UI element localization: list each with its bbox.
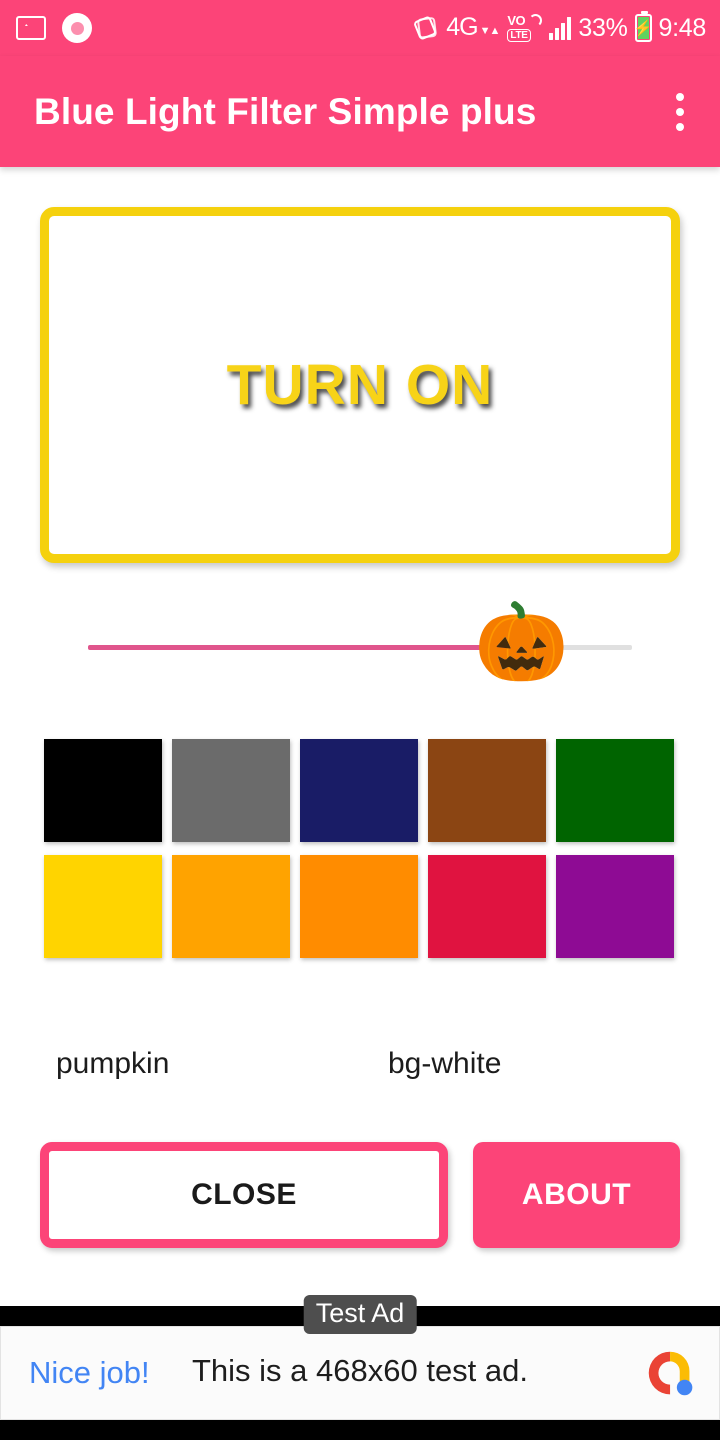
screen-record-icon bbox=[62, 13, 92, 43]
color-swatch-orange[interactable] bbox=[300, 855, 418, 958]
screenshot-icon bbox=[16, 16, 46, 40]
volte-vo-label: VO bbox=[507, 13, 526, 28]
color-swatch-amber[interactable] bbox=[172, 855, 290, 958]
ad-container: Nice job! Test Ad This is a 468x60 test … bbox=[0, 1295, 720, 1440]
network-arrows: ▼▲ bbox=[479, 24, 501, 37]
network-type-label: 4G bbox=[446, 13, 478, 42]
action-buttons: CLOSE ABOUT bbox=[0, 1142, 720, 1262]
signal-strength-icon bbox=[549, 16, 572, 40]
slider-track-remaining bbox=[561, 645, 632, 650]
opacity-slider[interactable]: 🎃 bbox=[0, 597, 720, 707]
color-swatch-gold[interactable] bbox=[44, 855, 162, 958]
turn-on-button[interactable]: TURN ON bbox=[40, 207, 680, 563]
ad-body-text: This is a 468x60 test ad. bbox=[191, 1353, 529, 1388]
turn-on-label: TURN ON bbox=[226, 353, 494, 417]
clock: 9:48 bbox=[658, 13, 707, 42]
slider-track-filled bbox=[88, 645, 507, 650]
color-swatch-black[interactable] bbox=[44, 739, 162, 842]
ad-test-badge: Test Ad bbox=[303, 1295, 417, 1334]
app-bar: Blue Light Filter Simple plus bbox=[0, 56, 720, 167]
battery-charging-icon: ⚡ bbox=[634, 11, 652, 42]
background-name-label: bg-white bbox=[388, 1047, 502, 1080]
volte-lte-label: LTE bbox=[507, 29, 531, 42]
close-button[interactable]: CLOSE bbox=[40, 1142, 448, 1248]
volte-icon: VO LTE bbox=[506, 13, 543, 43]
color-swatch-purple[interactable] bbox=[556, 855, 674, 958]
status-bar-right: 4G ▼▲ VO LTE 33% ⚡ 9:48 bbox=[411, 11, 707, 43]
volte-wave bbox=[529, 14, 543, 27]
status-bar-left bbox=[16, 13, 92, 43]
overflow-menu-icon[interactable] bbox=[662, 83, 698, 141]
color-swatch-crimson[interactable] bbox=[428, 855, 546, 958]
about-button[interactable]: ABOUT bbox=[473, 1142, 680, 1248]
theme-name-label: pumpkin bbox=[56, 1047, 170, 1080]
auto-rotate-icon bbox=[411, 14, 439, 42]
admob-logo-icon bbox=[641, 1342, 703, 1404]
color-swatch-brown[interactable] bbox=[428, 739, 546, 842]
page-title: Blue Light Filter Simple plus bbox=[34, 90, 537, 132]
color-swatch-green[interactable] bbox=[556, 739, 674, 842]
ad-banner[interactable]: Nice job! Test Ad This is a 468x60 test … bbox=[0, 1295, 720, 1420]
status-bar: 4G ▼▲ VO LTE 33% ⚡ 9:48 bbox=[0, 0, 720, 56]
slider-thumb-pumpkin-icon[interactable]: 🎃 bbox=[474, 597, 569, 689]
ad-cta-link[interactable]: Nice job! bbox=[29, 1355, 150, 1391]
color-swatch-gray[interactable] bbox=[172, 739, 290, 842]
network-type-icon: 4G ▼▲ bbox=[446, 13, 501, 42]
battery-percent: 33% bbox=[578, 13, 628, 42]
color-swatch-grid bbox=[44, 739, 676, 958]
app-screen: 4G ▼▲ VO LTE 33% ⚡ 9:48 Blue Light Filte… bbox=[0, 0, 720, 1440]
selection-labels: pumpkin bg-white bbox=[0, 1047, 720, 1097]
main-content: TURN ON 🎃 pumpkin bg-white CLOSE ABOUT bbox=[0, 167, 720, 1306]
color-swatch-navy[interactable] bbox=[300, 739, 418, 842]
